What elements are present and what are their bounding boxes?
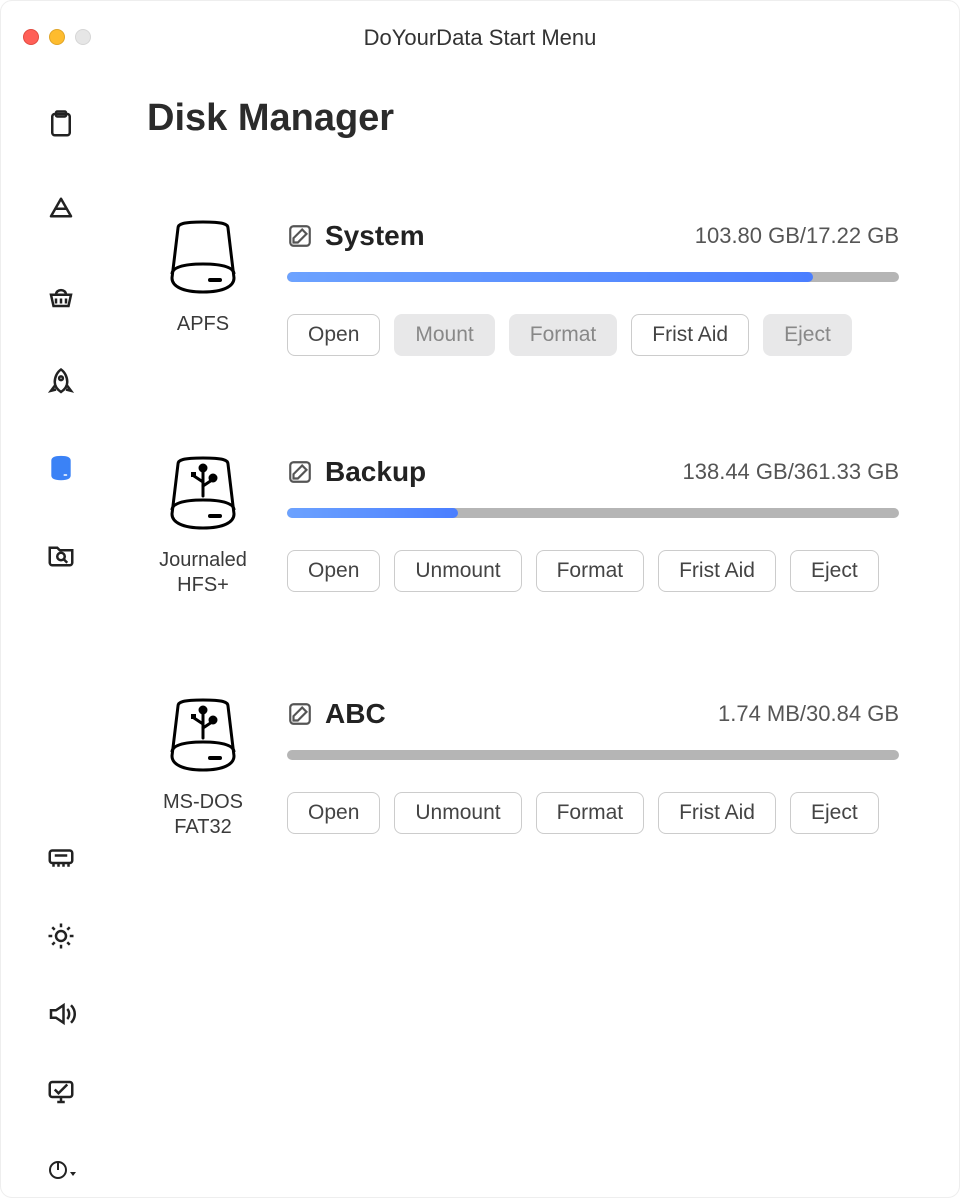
clipboard-icon bbox=[46, 109, 76, 139]
rocket-icon bbox=[46, 367, 76, 397]
power-icon bbox=[46, 1155, 76, 1185]
disk-actions: Open Unmount Format Frist Aid Eject bbox=[287, 792, 899, 834]
disk-summary: Journaled HFS+ bbox=[147, 456, 259, 598]
usage-bar bbox=[287, 272, 899, 282]
drive-icon bbox=[158, 220, 248, 298]
first_aid-button[interactable]: Frist Aid bbox=[658, 550, 776, 592]
minimize-window-button[interactable] bbox=[49, 29, 65, 45]
disk-size: 1.74 MB/30.84 GB bbox=[718, 701, 899, 727]
sidebar-item-brightness[interactable] bbox=[44, 919, 78, 953]
eject-button[interactable]: Eject bbox=[790, 550, 879, 592]
disk-summary: APFS bbox=[147, 220, 259, 356]
sun-icon bbox=[46, 921, 76, 951]
disk-header: ABC 1.74 MB/30.84 GB bbox=[287, 698, 899, 730]
sidebar bbox=[1, 57, 121, 1197]
eject-button[interactable]: Eject bbox=[790, 792, 879, 834]
format-button: Format bbox=[509, 314, 618, 356]
sidebar-item-clipboard[interactable] bbox=[44, 107, 78, 141]
mount-button: Mount bbox=[394, 314, 494, 356]
drive-icon bbox=[158, 456, 248, 534]
disk-filesystem: Journaled HFS+ bbox=[147, 548, 259, 598]
sidebar-item-cleaner[interactable] bbox=[44, 279, 78, 313]
format-button[interactable]: Format bbox=[536, 792, 645, 834]
titlebar: DoYourData Start Menu bbox=[1, 1, 959, 57]
apps-icon bbox=[46, 195, 76, 225]
main-content: Disk Manager APFS System 103.80 GB/17.22 G… bbox=[121, 57, 959, 1197]
usage-bar bbox=[287, 508, 899, 518]
sidebar-item-rocket[interactable] bbox=[44, 365, 78, 399]
close-window-button[interactable] bbox=[23, 29, 39, 45]
window-controls bbox=[23, 29, 91, 45]
disk-header: Backup 138.44 GB/361.33 GB bbox=[287, 456, 899, 488]
disk-details: System 103.80 GB/17.22 GB Open Mount Format F… bbox=[287, 220, 899, 356]
drive-icon bbox=[158, 698, 248, 776]
monitor-icon bbox=[46, 1077, 76, 1107]
format-button[interactable]: Format bbox=[536, 550, 645, 592]
open-button[interactable]: Open bbox=[287, 314, 380, 356]
rename-icon[interactable] bbox=[287, 701, 313, 727]
usage-bar bbox=[287, 750, 899, 760]
disk-size: 103.80 GB/17.22 GB bbox=[695, 223, 899, 249]
usage-bar-fill bbox=[287, 508, 458, 518]
rename-icon[interactable] bbox=[287, 459, 313, 485]
unmount-button[interactable]: Unmount bbox=[394, 792, 521, 834]
sidebar-item-file-search[interactable] bbox=[44, 537, 78, 571]
folder-search-icon bbox=[46, 539, 76, 569]
sidebar-item-power[interactable] bbox=[44, 1153, 78, 1187]
rename-icon[interactable] bbox=[287, 223, 313, 249]
disk-details: Backup 138.44 GB/361.33 GB Open Unmount Form… bbox=[287, 456, 899, 598]
disk-size: 138.44 GB/361.33 GB bbox=[683, 459, 900, 485]
disk-summary: MS-DOS FAT32 bbox=[147, 698, 259, 840]
open-button[interactable]: Open bbox=[287, 792, 380, 834]
disk-list: APFS System 103.80 GB/17.22 GB Open Mount For… bbox=[147, 220, 899, 840]
disk-name: ABC bbox=[325, 698, 386, 730]
disk-row: APFS System 103.80 GB/17.22 GB Open Mount For… bbox=[147, 220, 899, 356]
first_aid-button[interactable]: Frist Aid bbox=[631, 314, 749, 356]
sidebar-item-display[interactable] bbox=[44, 1075, 78, 1109]
maximize-window-button bbox=[75, 29, 91, 45]
disk-row: MS-DOS FAT32 ABC 1.74 MB/30.84 GB Open Unmou… bbox=[147, 698, 899, 840]
window-title: DoYourData Start Menu bbox=[1, 25, 959, 51]
speaker-icon bbox=[46, 999, 76, 1029]
disk-filesystem: APFS bbox=[147, 312, 259, 337]
disk-row: Journaled HFS+ Backup 138.44 GB/361.33 GB O… bbox=[147, 456, 899, 598]
disk-header: System 103.80 GB/17.22 GB bbox=[287, 220, 899, 252]
unmount-button[interactable]: Unmount bbox=[394, 550, 521, 592]
sidebar-item-apps[interactable] bbox=[44, 193, 78, 227]
sidebar-item-sound[interactable] bbox=[44, 997, 78, 1031]
disk-actions: Open Unmount Format Frist Aid Eject bbox=[287, 550, 899, 592]
disk-name: System bbox=[325, 220, 425, 252]
first_aid-button[interactable]: Frist Aid bbox=[658, 792, 776, 834]
memory-icon bbox=[46, 843, 76, 873]
disk-name: Backup bbox=[325, 456, 426, 488]
sidebar-item-memory[interactable] bbox=[44, 841, 78, 875]
disk-icon bbox=[46, 453, 76, 483]
sidebar-item-disk[interactable] bbox=[44, 451, 78, 485]
disk-actions: Open Mount Format Frist Aid Eject bbox=[287, 314, 899, 356]
page-title: Disk Manager bbox=[147, 97, 899, 140]
disk-filesystem: MS-DOS FAT32 bbox=[147, 790, 259, 840]
disk-details: ABC 1.74 MB/30.84 GB Open Unmount Format Fris… bbox=[287, 698, 899, 840]
usage-bar-fill bbox=[287, 272, 813, 282]
basket-icon bbox=[46, 281, 76, 311]
open-button[interactable]: Open bbox=[287, 550, 380, 592]
eject-button: Eject bbox=[763, 314, 852, 356]
